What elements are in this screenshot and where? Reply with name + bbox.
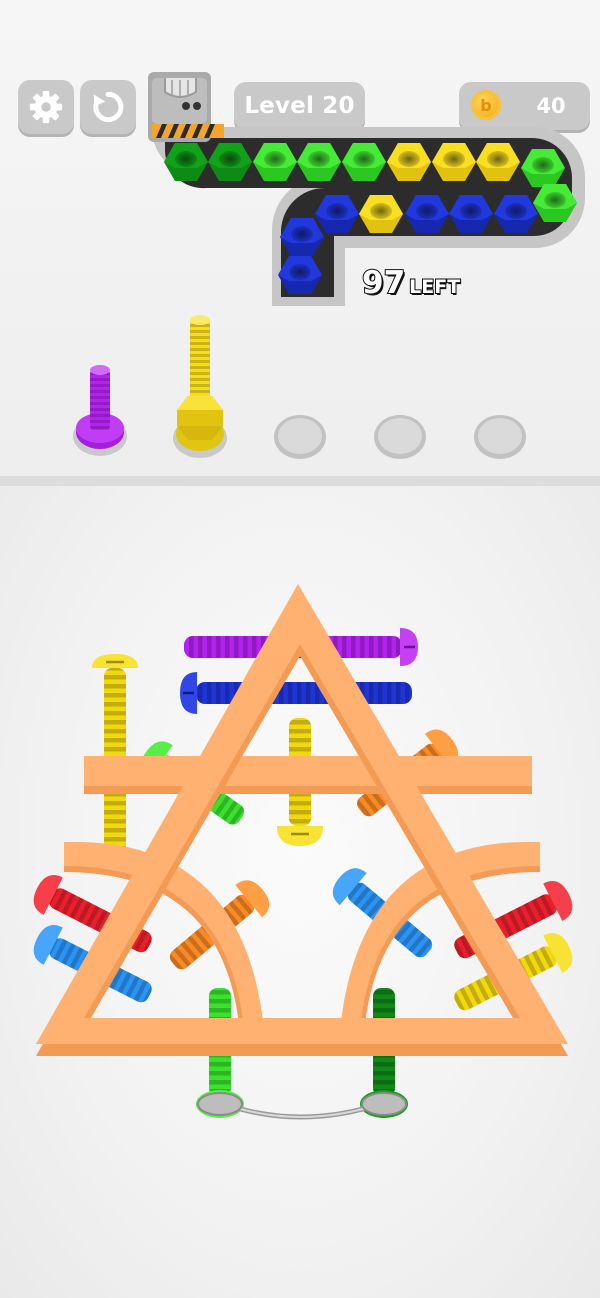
slot-5-empty[interactable] [474,415,526,459]
horizontal-bar[interactable] [84,756,532,794]
slot-4-empty[interactable] [374,415,426,459]
nut-dispenser [148,72,224,142]
slot-2-yellow-bolt[interactable] [173,315,227,458]
remaining-label: LEFT [408,275,461,299]
slot-3-empty[interactable] [274,415,326,459]
puzzle-scene [33,584,573,1120]
bolt-yellow-left[interactable] [92,654,138,856]
rope-loop-left [197,1092,243,1116]
slot-1-purple-bolt[interactable] [73,365,127,456]
bolt-blue[interactable] [180,672,412,714]
remaining-count: 97 [361,264,406,302]
rope-loop-right [361,1092,407,1116]
remaining-counter: 97 LEFT [361,264,461,302]
bolt-slots [73,315,526,459]
